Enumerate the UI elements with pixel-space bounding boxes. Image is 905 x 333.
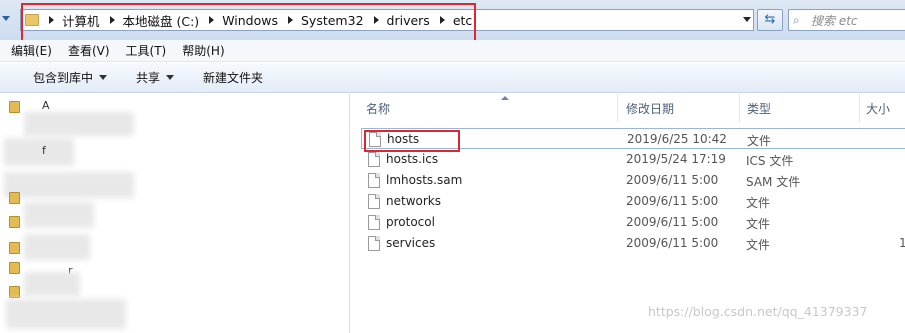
refresh-icon: ⇆	[764, 12, 776, 27]
file-row-services[interactable]: services 2009/6/11 5:00 文件 1	[361, 233, 905, 254]
file-type: 文件	[747, 134, 772, 148]
file-icon	[368, 215, 380, 230]
file-icon	[368, 152, 380, 167]
menu-tools[interactable]: 工具(T)	[126, 42, 167, 59]
blurred-region	[6, 299, 126, 329]
nav-item-label[interactable]: A	[42, 99, 50, 112]
column-divider[interactable]	[859, 94, 860, 122]
file-name: hosts.ics	[386, 152, 439, 166]
file-icon	[368, 236, 380, 251]
column-header-date-label: 修改日期	[626, 101, 675, 116]
include-in-library-label: 包含到库中	[33, 71, 94, 85]
folder-icon	[9, 242, 20, 254]
recent-pages-dropdown[interactable]	[0, 12, 10, 26]
blurred-region	[24, 272, 80, 296]
address-dropdown-icon[interactable]	[743, 17, 751, 22]
file-date: 2009/6/11 5:00	[626, 236, 719, 250]
folder-icon	[9, 262, 20, 274]
column-header-size-label: 大小	[866, 101, 891, 116]
column-header-name[interactable]: 名称	[366, 94, 624, 122]
sort-ascending-icon	[501, 96, 509, 100]
file-icon	[368, 173, 380, 188]
menu-help[interactable]: 帮助(H)	[182, 42, 224, 59]
nav-item-label[interactable]: f	[42, 144, 46, 157]
menu-bar: 编辑(E) 查看(V) 工具(T) 帮助(H)	[0, 40, 905, 62]
column-header-type-label: 类型	[747, 101, 772, 116]
column-divider[interactable]	[739, 94, 740, 122]
file-type: 文件	[746, 217, 771, 231]
file-name: protocol	[386, 215, 435, 229]
file-type: SAM 文件	[746, 175, 801, 189]
file-size: 1	[899, 236, 905, 250]
blurred-region	[4, 138, 74, 166]
chevron-down-icon	[99, 75, 108, 80]
command-bar: 包含到库中 共享 新建文件夹	[0, 63, 905, 93]
file-name: lmhosts.sam	[386, 173, 463, 187]
include-in-library-button[interactable]: 包含到库中	[33, 69, 108, 86]
menu-edit[interactable]: 编辑(E)	[11, 42, 52, 59]
watermark: https://blog.csdn.net/qq_41379337	[648, 304, 868, 319]
folder-icon	[9, 101, 20, 113]
folder-icon	[9, 192, 20, 204]
file-date: 2009/6/11 5:00	[626, 215, 719, 229]
navigation-pane[interactable]: A f r	[0, 94, 350, 333]
file-row-lmhosts-sam[interactable]: lmhosts.sam 2009/6/11 5:00 SAM 文件	[361, 170, 905, 191]
hosts-highlight-box	[364, 130, 460, 152]
file-date: 2009/6/11 5:00	[626, 173, 719, 187]
column-header-size[interactable]: 大小	[866, 94, 905, 122]
column-header-name-label: 名称	[366, 101, 391, 116]
column-header-type[interactable]: 类型	[747, 94, 857, 122]
new-folder-button[interactable]: 新建文件夹	[203, 69, 263, 86]
folder-icon	[9, 216, 20, 228]
file-row-protocol[interactable]: protocol 2009/6/11 5:00 文件	[361, 212, 905, 233]
column-header-date[interactable]: 修改日期	[626, 94, 741, 122]
chevron-down-icon	[166, 75, 175, 80]
new-folder-label: 新建文件夹	[203, 71, 264, 85]
share-button[interactable]: 共享	[136, 69, 175, 86]
file-name: networks	[386, 194, 441, 208]
menu-view[interactable]: 查看(V)	[68, 42, 110, 59]
file-row-hosts-ics[interactable]: hosts.ics 2019/5/24 17:19 ICS 文件	[361, 149, 905, 170]
share-label: 共享	[136, 71, 161, 85]
column-divider[interactable]	[617, 94, 618, 122]
file-icon	[368, 194, 380, 209]
folder-icon	[9, 286, 20, 298]
blurred-region	[4, 172, 134, 198]
file-row-networks[interactable]: networks 2009/6/11 5:00 文件	[361, 191, 905, 212]
file-type: 文件	[746, 196, 771, 210]
file-date: 2009/6/11 5:00	[626, 194, 719, 208]
file-name: services	[386, 236, 436, 250]
file-type: ICS 文件	[746, 154, 794, 168]
file-type: 文件	[746, 238, 771, 252]
refresh-button[interactable]: ⇆	[757, 9, 783, 31]
blurred-region	[24, 234, 90, 260]
search-box[interactable]: ⌕ 搜索 etc	[788, 9, 905, 31]
search-icon: ⌕	[793, 12, 800, 27]
search-input[interactable]: 搜索 etc	[811, 12, 858, 29]
file-date: 2019/5/24 17:19	[626, 152, 726, 166]
blurred-region	[24, 112, 134, 136]
blurred-region	[24, 202, 94, 228]
file-date: 2019/6/25 10:42	[627, 132, 727, 146]
address-highlight-box	[21, 3, 476, 43]
